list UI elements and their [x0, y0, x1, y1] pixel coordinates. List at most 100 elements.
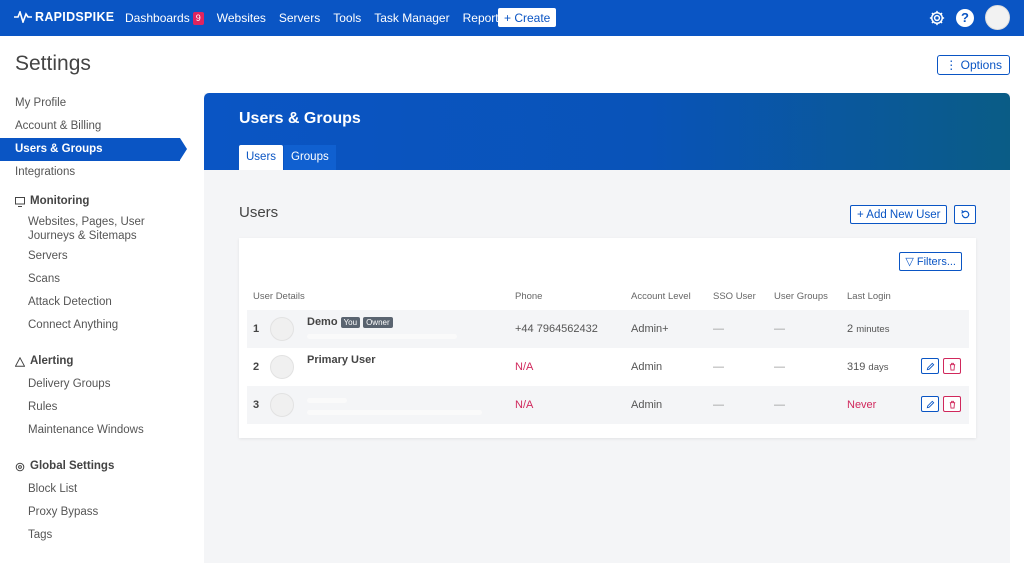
trash-icon	[949, 362, 955, 371]
sidebar-item-users-groups[interactable]: Users & Groups	[0, 138, 187, 161]
table-row[interactable]: 2 Primary User N/A Admin — — 319 days	[247, 348, 969, 386]
account-level-value: Admin	[631, 399, 663, 411]
tab-groups[interactable]: Groups	[284, 145, 336, 170]
you-tag: You	[340, 316, 361, 328]
last-login-number: 319	[847, 361, 866, 373]
last-login-number: 2	[847, 323, 854, 335]
user-groups-value: —	[774, 361, 785, 373]
cog-icon	[15, 462, 25, 472]
col-last-login: Last Login	[847, 291, 891, 302]
sidebar-item-account-billing[interactable]: Account & Billing	[0, 115, 190, 138]
col-account-level: Account Level	[631, 291, 691, 302]
sidebar-item-rules[interactable]: Rules	[0, 396, 190, 419]
phone-value: N/A	[515, 399, 534, 411]
user-name: Demo You Owner	[307, 316, 393, 328]
tab-users[interactable]: Users	[239, 145, 284, 170]
add-new-user-button[interactable]: + Add New User	[850, 205, 948, 224]
phone-value: +44 7964562432	[515, 323, 598, 335]
users-table-card: ▽ Filters... User Details Phone Account …	[239, 238, 976, 438]
help-icon[interactable]: ?	[956, 8, 974, 27]
nav-websites[interactable]: Websites	[217, 11, 266, 25]
sidebar-item-scans[interactable]: Scans	[0, 268, 190, 291]
pencil-icon	[926, 400, 934, 408]
nav-dashboards-label: Dashboards	[125, 11, 190, 25]
create-button[interactable]: + Create	[498, 8, 557, 27]
nav-task-manager[interactable]: Task Manager	[374, 11, 449, 25]
sidebar-item-websites-pages[interactable]: Websites, Pages, User Journeys & Sitemap…	[0, 213, 150, 245]
monitoring-label: Monitoring	[30, 195, 90, 207]
panel-header: Users & Groups Users Groups	[204, 93, 1010, 170]
edit-user-button[interactable]	[921, 396, 939, 412]
row-number: 2	[253, 361, 260, 373]
nav-tools[interactable]: Tools	[333, 11, 361, 25]
pulse-icon	[14, 11, 32, 23]
user-groups-value: —	[774, 399, 785, 411]
table-row[interactable]: 3 N/A Admin — — Never	[247, 386, 969, 424]
delete-user-button[interactable]	[943, 396, 961, 412]
nav-servers[interactable]: Servers	[279, 11, 320, 25]
col-user-details: User Details	[253, 291, 305, 302]
sidebar-item-maintenance-windows[interactable]: Maintenance Windows	[0, 419, 190, 442]
sidebar-item-delivery-groups[interactable]: Delivery Groups	[0, 373, 190, 396]
sso-value: —	[713, 399, 724, 411]
gear-icon[interactable]	[927, 8, 947, 28]
sidebar-item-my-profile[interactable]: My Profile	[0, 92, 190, 115]
options-button[interactable]: ⋮ Options	[937, 55, 1010, 75]
user-name: Primary User	[307, 354, 376, 366]
sso-value: —	[713, 361, 724, 373]
owner-tag: Owner	[363, 316, 393, 328]
user-name-text: Primary User	[307, 354, 376, 366]
redacted-name	[307, 398, 347, 403]
delete-user-button[interactable]	[943, 358, 961, 374]
redacted-email	[307, 410, 482, 415]
last-login-unit: days	[868, 362, 889, 373]
sidebar-item-integrations[interactable]: Integrations	[0, 161, 190, 184]
refresh-button[interactable]	[954, 205, 976, 224]
user-avatar	[270, 317, 294, 341]
top-right-controls: ?	[927, 5, 1010, 30]
account-level-value: Admin	[631, 361, 663, 373]
account-level-value: Admin+	[631, 323, 669, 335]
filters-button[interactable]: ▽ Filters...	[899, 252, 962, 271]
warning-icon	[15, 356, 25, 367]
redacted-email	[307, 334, 457, 339]
col-phone: Phone	[515, 291, 543, 302]
last-login-value: 2 minutes	[847, 310, 889, 348]
refresh-icon	[960, 210, 969, 219]
edit-user-button[interactable]	[921, 358, 939, 374]
settings-sidebar: My Profile Account & Billing Users & Gro…	[0, 92, 190, 547]
rapidspike-logo[interactable]: RAPIDSPIKE	[14, 10, 114, 24]
user-avatar	[270, 355, 294, 379]
monitor-icon	[15, 196, 25, 207]
row-number: 1	[253, 323, 260, 335]
user-name-text: Demo	[307, 316, 338, 328]
table-row[interactable]: 1 Demo You Owner +44 7964562432 Admin+ —…	[247, 310, 969, 348]
sidebar-section-monitoring: Monitoring	[0, 190, 190, 213]
sidebar-item-block-list[interactable]: Block List	[0, 478, 190, 501]
user-avatar	[270, 393, 294, 417]
user-avatar[interactable]	[985, 5, 1010, 30]
dashboards-count-badge: 9	[192, 11, 204, 25]
top-navbar: RAPIDSPIKE Dashboards 9 Websites Servers…	[0, 0, 1024, 36]
logo-text: RAPIDSPIKE	[35, 10, 115, 24]
pencil-icon	[926, 362, 934, 370]
sidebar-item-connect-anything[interactable]: Connect Anything	[0, 314, 190, 337]
page-title: Settings	[15, 52, 91, 75]
panel-title: Users & Groups	[239, 110, 361, 127]
alerting-label: Alerting	[30, 355, 74, 367]
col-user-groups: User Groups	[774, 291, 828, 302]
last-login-value: 319 days	[847, 348, 889, 386]
nav-dashboards[interactable]: Dashboards 9	[125, 11, 204, 25]
sidebar-item-proxy-bypass[interactable]: Proxy Bypass	[0, 501, 190, 524]
sidebar-item-servers[interactable]: Servers	[0, 245, 190, 268]
global-settings-label: Global Settings	[30, 460, 115, 472]
sidebar-item-attack-detection[interactable]: Attack Detection	[0, 291, 190, 314]
table-header: User Details Phone Account Level SSO Use…	[239, 291, 976, 307]
trash-icon	[949, 400, 955, 409]
sidebar-section-alerting: Alerting	[0, 350, 190, 373]
last-login-value: Never	[847, 399, 877, 411]
sidebar-item-tags[interactable]: Tags	[0, 524, 190, 547]
main-panel: Users & Groups Users Groups Users + Add …	[204, 93, 1010, 563]
users-section-title: Users	[239, 204, 279, 221]
row-number: 3	[253, 399, 260, 411]
